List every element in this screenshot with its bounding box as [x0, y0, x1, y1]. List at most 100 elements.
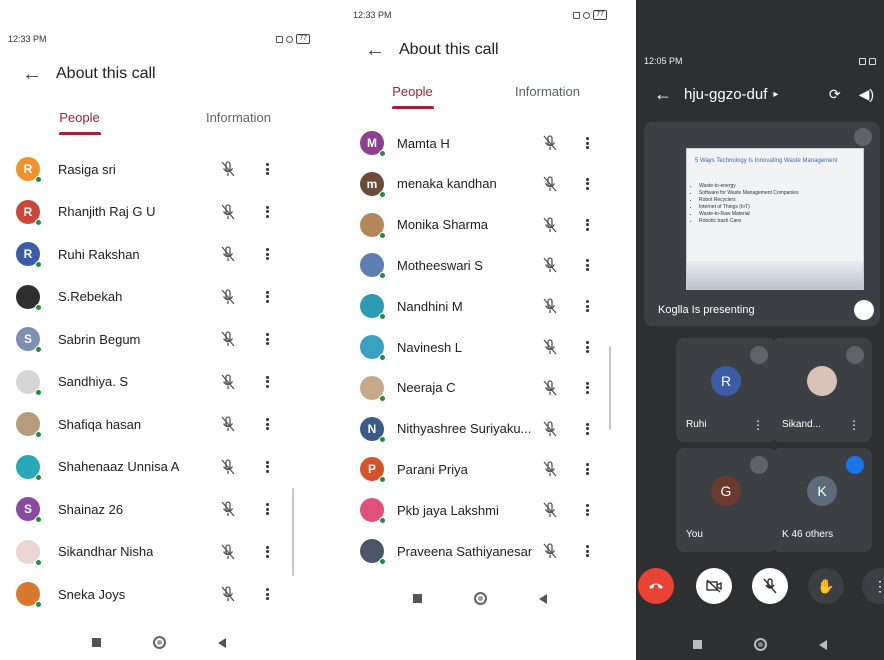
more-options-icon[interactable]: ⋮	[752, 419, 764, 431]
slide-heading: 5 Ways Technology Is Innovating Waste Ma…	[695, 158, 838, 164]
scrollbar[interactable]	[292, 488, 294, 576]
avatar	[360, 498, 386, 525]
back-button[interactable]	[539, 593, 547, 604]
more-options-icon[interactable]	[584, 420, 590, 438]
participant-tile[interactable]: K K 46 others	[772, 448, 872, 552]
slide-bullet: Robot Recyclers	[699, 197, 799, 204]
participant-tile[interactable]: G You	[676, 448, 776, 552]
more-options-icon[interactable]	[584, 297, 590, 315]
participant-row[interactable]: Praveena Sathiyanesan	[345, 532, 615, 570]
back-button[interactable]	[819, 639, 827, 650]
battery-icon: 77	[296, 34, 310, 44]
mic-off-icon	[221, 288, 235, 304]
switch-camera-icon[interactable]: ⟳	[829, 86, 841, 103]
fullscreen-icon[interactable]	[854, 300, 874, 320]
end-call-button[interactable]	[638, 568, 674, 604]
participant-name: Shahenaaz Unnisa A	[58, 459, 180, 474]
mic-off-icon	[543, 461, 557, 477]
participant-row[interactable]: R Rasiga sri	[0, 150, 318, 188]
back-button[interactable]	[218, 637, 226, 648]
more-options-icon[interactable]	[584, 501, 590, 519]
participant-row[interactable]: Pkb jaya Lakshmi	[345, 491, 615, 529]
more-options-icon[interactable]	[584, 175, 590, 193]
recents-button[interactable]	[413, 594, 422, 603]
online-dot	[35, 303, 42, 311]
participant-row[interactable]: Neeraja C	[345, 369, 615, 407]
more-options-icon[interactable]	[584, 379, 590, 397]
avatar: K	[807, 476, 837, 506]
more-options-icon[interactable]	[264, 500, 270, 518]
more-options-icon[interactable]	[584, 542, 590, 560]
home-button[interactable]	[474, 592, 487, 605]
participant-row[interactable]: Sneka Joys	[0, 575, 318, 613]
mic-off-icon	[750, 456, 768, 474]
home-button[interactable]	[754, 638, 767, 651]
speaker-icon[interactable]: ◀)	[859, 86, 874, 103]
online-dot	[35, 261, 42, 268]
mic-off-icon	[543, 298, 557, 314]
more-options-icon[interactable]	[264, 543, 270, 561]
participant-row[interactable]: S.Rebekah	[0, 278, 318, 316]
mic-off-icon	[846, 346, 864, 364]
participant-row[interactable]: S Shainaz 26	[0, 490, 318, 528]
back-arrow-icon[interactable]: ←	[365, 40, 399, 60]
participant-tile[interactable]: Sikand... ⋮	[772, 338, 872, 442]
more-options-button[interactable]: ⋮	[862, 568, 884, 604]
back-arrow-icon[interactable]: ←	[22, 64, 56, 84]
tab-people[interactable]: People	[0, 110, 159, 135]
participant-row[interactable]: Navinesh L	[345, 328, 615, 366]
recents-button[interactable]	[92, 638, 101, 647]
home-button[interactable]	[153, 636, 166, 649]
participant-row[interactable]: R Ruhi Rakshan	[0, 235, 318, 273]
participant-row[interactable]: S Sabrin Begum	[0, 320, 318, 358]
more-options-icon[interactable]	[584, 134, 590, 152]
tab-information[interactable]: Information	[159, 110, 318, 135]
more-options-icon[interactable]	[264, 585, 270, 603]
tile-name: K 46 others	[782, 529, 834, 540]
mic-off-icon	[543, 380, 557, 396]
participant-tile[interactable]: R Ruhi ⋮	[676, 338, 776, 442]
status-time: 12:05 PM	[644, 56, 683, 66]
more-options-icon[interactable]	[264, 160, 270, 178]
camera-off-button[interactable]	[696, 568, 732, 604]
more-options-icon[interactable]	[584, 256, 590, 274]
app-bar: ← About this call	[365, 40, 499, 60]
more-options-icon[interactable]	[584, 338, 590, 356]
more-options-icon[interactable]	[584, 460, 590, 478]
participant-row[interactable]: m menaka kandhan	[345, 165, 615, 203]
avatar	[16, 412, 42, 438]
meeting-code[interactable]: hju-ggzo-duf	[684, 86, 767, 103]
online-dot	[379, 558, 386, 565]
participant-row[interactable]: Shafiqa hasan	[0, 405, 318, 443]
more-options-icon[interactable]	[264, 245, 270, 263]
tab-information[interactable]: Information	[480, 84, 615, 109]
more-options-icon[interactable]	[264, 373, 270, 391]
raise-hand-button[interactable]: ✋	[808, 568, 844, 604]
mic-off-icon	[543, 420, 557, 437]
more-options-icon[interactable]	[264, 288, 270, 306]
participant-row[interactable]: R Rhanjith Raj G U	[0, 193, 318, 231]
participant-row[interactable]: N Nithyashree Suriyaku...	[345, 410, 615, 448]
participant-row[interactable]: Sikandhar Nisha	[0, 533, 318, 571]
presentation-tile[interactable]: 5 Ways Technology Is Innovating Waste Ma…	[644, 122, 880, 326]
more-options-icon[interactable]	[264, 203, 270, 221]
scrollbar[interactable]	[609, 346, 611, 430]
participant-row[interactable]: Monika Sharma	[345, 206, 615, 244]
participant-row[interactable]: Sandhiya. S	[0, 363, 318, 401]
participant-row[interactable]: P Parani Priya	[345, 450, 615, 488]
more-options-icon[interactable]	[264, 458, 270, 476]
tab-people[interactable]: People	[345, 84, 480, 109]
more-options-icon[interactable]	[584, 216, 590, 234]
more-options-icon[interactable]: ⋮	[848, 419, 860, 431]
more-options-icon[interactable]	[264, 415, 270, 433]
mic-off-button[interactable]	[752, 568, 788, 604]
more-options-icon[interactable]	[264, 330, 270, 348]
chevron-right-icon[interactable]: ▸	[773, 89, 778, 100]
participant-row[interactable]: Shahenaaz Unnisa A	[0, 448, 318, 486]
recents-button[interactable]	[693, 640, 702, 649]
participant-row[interactable]: Motheeswari S	[345, 246, 615, 284]
back-arrow-icon[interactable]: ←	[654, 84, 684, 105]
participant-name: Praveena Sathiyanesan	[397, 543, 532, 559]
participant-row[interactable]: M Mamta H	[345, 124, 615, 162]
participant-row[interactable]: Nandhini M	[345, 287, 615, 325]
